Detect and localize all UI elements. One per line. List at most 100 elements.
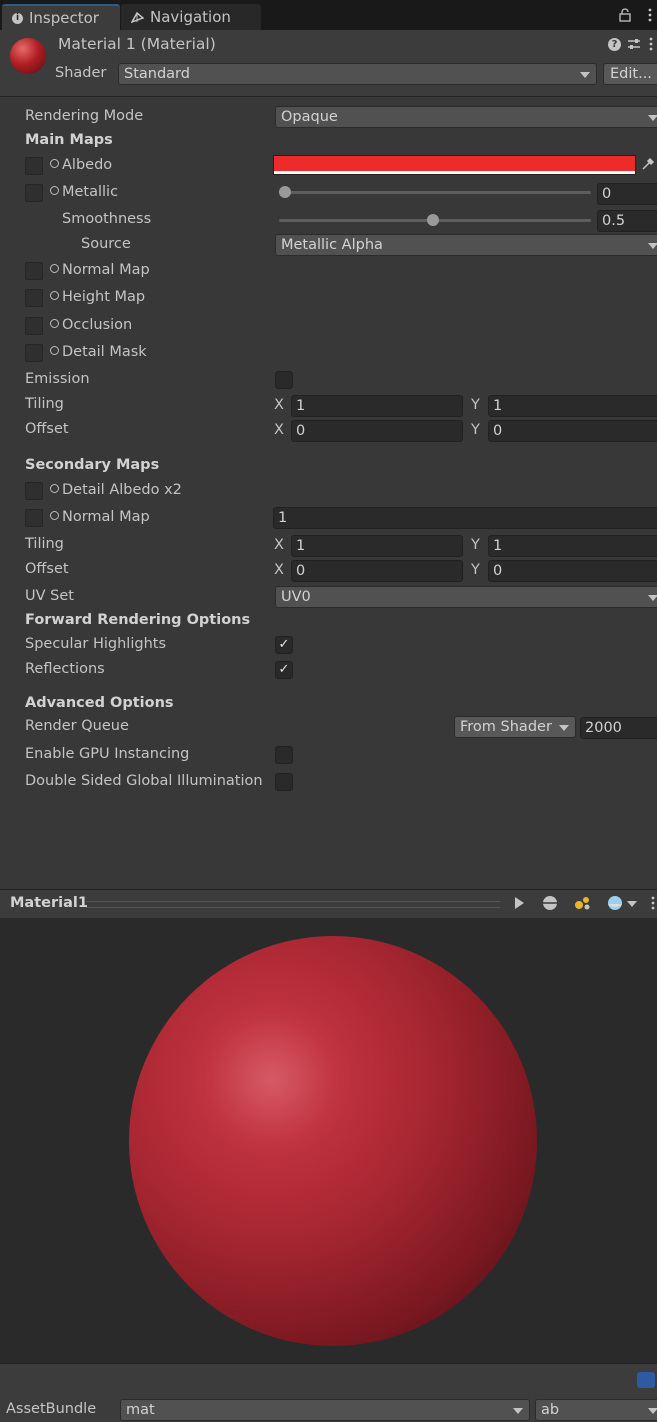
eyedropper-icon[interactable] [641, 157, 655, 171]
lighting-icon[interactable] [573, 895, 591, 911]
secondary-offset-x-axis-label: X [274, 562, 284, 578]
preset-icon[interactable] [627, 37, 641, 51]
secondary-offset-y-axis-label: Y [471, 562, 480, 578]
render-queue-mode-value: From Shader [460, 719, 552, 735]
specular-highlights-checkbox[interactable]: ✓ [275, 636, 293, 654]
detail-albedo-text: Detail Albedo x2 [62, 482, 182, 498]
object-picker-icon[interactable] [50, 264, 59, 273]
secondary-normal-map-label: Normal Map [50, 509, 150, 525]
material-sphere-icon [10, 38, 46, 74]
metallic-value-field[interactable]: 0 [597, 183, 657, 205]
albedo-color-field[interactable] [273, 155, 636, 175]
detail-mask-texture-slot[interactable] [25, 344, 43, 362]
normal-map-label: Normal Map [50, 262, 150, 278]
skybox-icon[interactable] [606, 895, 624, 911]
smoothness-value-field[interactable]: 0.5 [597, 210, 657, 232]
object-picker-icon[interactable] [50, 159, 59, 168]
albedo-color-swatch [274, 156, 635, 171]
detail-albedo-texture-slot[interactable] [25, 482, 43, 500]
asset-bundle-footer: AssetBundle mat ab [0, 1363, 657, 1422]
uv-set-dropdown[interactable]: UV0 [275, 586, 657, 608]
preview-menu-icon[interactable] [650, 895, 656, 911]
emission-checkbox[interactable] [275, 371, 293, 389]
object-picker-icon[interactable] [50, 186, 59, 195]
double-sided-gi-label: Double Sided Global Illumination [25, 773, 263, 789]
secondary-offset-x-field[interactable]: 0 [291, 560, 463, 582]
asset-bundle-variant-value: ab [541, 1402, 560, 1418]
albedo-texture-slot[interactable] [25, 157, 43, 175]
context-menu-icon[interactable] [648, 37, 654, 51]
play-icon[interactable] [510, 895, 528, 911]
navmesh-icon [131, 11, 144, 23]
asset-bundle-dropdown[interactable]: mat [120, 1399, 530, 1421]
normal-map-texture-slot[interactable] [25, 262, 43, 280]
edit-shader-button[interactable]: Edit... [603, 63, 657, 85]
info-icon: i [12, 12, 23, 24]
height-map-text: Height Map [62, 289, 146, 305]
reflections-label: Reflections [25, 661, 105, 677]
chevron-down-icon [648, 595, 657, 601]
gpu-instancing-checkbox[interactable] [275, 746, 293, 764]
tiling-x-field[interactable]: 1 [291, 395, 463, 417]
reflections-checkbox[interactable]: ✓ [275, 661, 293, 679]
tab-bar: i Inspector Navigation [0, 0, 657, 30]
asset-bundle-variant-dropdown[interactable]: ab [535, 1399, 657, 1421]
tiling-x-axis-label: X [274, 397, 284, 413]
secondary-normal-map-texture-slot[interactable] [25, 509, 43, 527]
metallic-texture-slot[interactable] [25, 184, 43, 202]
secondary-offset-y-field[interactable]: 0 [488, 560, 657, 582]
double-sided-gi-checkbox[interactable] [275, 773, 293, 791]
render-queue-mode-dropdown[interactable]: From Shader [454, 716, 576, 738]
metallic-label: Metallic [50, 184, 118, 200]
metallic-slider-track[interactable] [279, 191, 591, 194]
occlusion-label: Occlusion [50, 317, 132, 333]
offset-x-field[interactable]: 0 [291, 420, 463, 442]
detail-mask-label: Detail Mask [50, 344, 147, 360]
smoothness-slider-knob[interactable] [427, 214, 439, 226]
normal-map-text: Normal Map [62, 262, 150, 278]
height-map-texture-slot[interactable] [25, 289, 43, 307]
metallic-slider-knob[interactable] [279, 186, 291, 198]
material-title: Material 1 (Material) [58, 35, 216, 53]
object-picker-icon[interactable] [50, 346, 59, 355]
object-picker-icon[interactable] [50, 319, 59, 328]
object-picker-icon[interactable] [50, 291, 59, 300]
offset-label: Offset [25, 421, 69, 437]
preview-resize-handle[interactable] [86, 901, 500, 908]
more-menu-icon[interactable] [647, 8, 653, 22]
detail-albedo-label: Detail Albedo x2 [50, 482, 182, 498]
albedo-label: Albedo [50, 157, 112, 173]
object-picker-icon[interactable] [50, 511, 59, 520]
tiling-y-field[interactable]: 1 [488, 395, 657, 417]
secondary-normal-scale-field[interactable]: 1 [273, 507, 657, 529]
tab-inspector[interactable]: i Inspector [2, 4, 120, 30]
help-icon[interactable]: ? [608, 38, 621, 51]
rendering-mode-label: Rendering Mode [25, 108, 144, 124]
asset-bundle-value: mat [126, 1402, 155, 1418]
source-dropdown[interactable]: Metallic Alpha [275, 234, 657, 256]
shader-dropdown[interactable]: Standard [118, 63, 597, 85]
occlusion-text: Occlusion [62, 317, 133, 333]
label-tag-icon[interactable] [637, 1372, 655, 1388]
chevron-down-icon [648, 243, 657, 249]
secondary-tiling-y-field[interactable]: 1 [488, 535, 657, 557]
tab-navigation[interactable]: Navigation [121, 4, 261, 30]
chevron-down-icon [513, 1408, 523, 1414]
gpu-instancing-label: Enable GPU Instancing [25, 746, 190, 762]
chevron-down-icon[interactable] [627, 901, 637, 907]
render-queue-value-field[interactable]: 2000 [580, 717, 657, 739]
sphere-preview-icon[interactable] [541, 895, 559, 911]
shader-value: Standard [124, 66, 190, 82]
lock-icon[interactable] [619, 8, 631, 22]
rendering-mode-dropdown[interactable]: Opaque [275, 106, 657, 128]
source-value: Metallic Alpha [281, 237, 383, 253]
secondary-normal-map-text: Normal Map [62, 509, 150, 525]
smoothness-label: Smoothness [62, 211, 152, 227]
forward-options-heading: Forward Rendering Options [25, 612, 251, 628]
chevron-down-icon [648, 1408, 657, 1414]
object-picker-icon[interactable] [50, 484, 59, 493]
secondary-tiling-x-field[interactable]: 1 [291, 535, 463, 557]
occlusion-texture-slot[interactable] [25, 317, 43, 335]
uv-set-label: UV Set [25, 588, 74, 604]
offset-y-field[interactable]: 0 [488, 420, 657, 442]
